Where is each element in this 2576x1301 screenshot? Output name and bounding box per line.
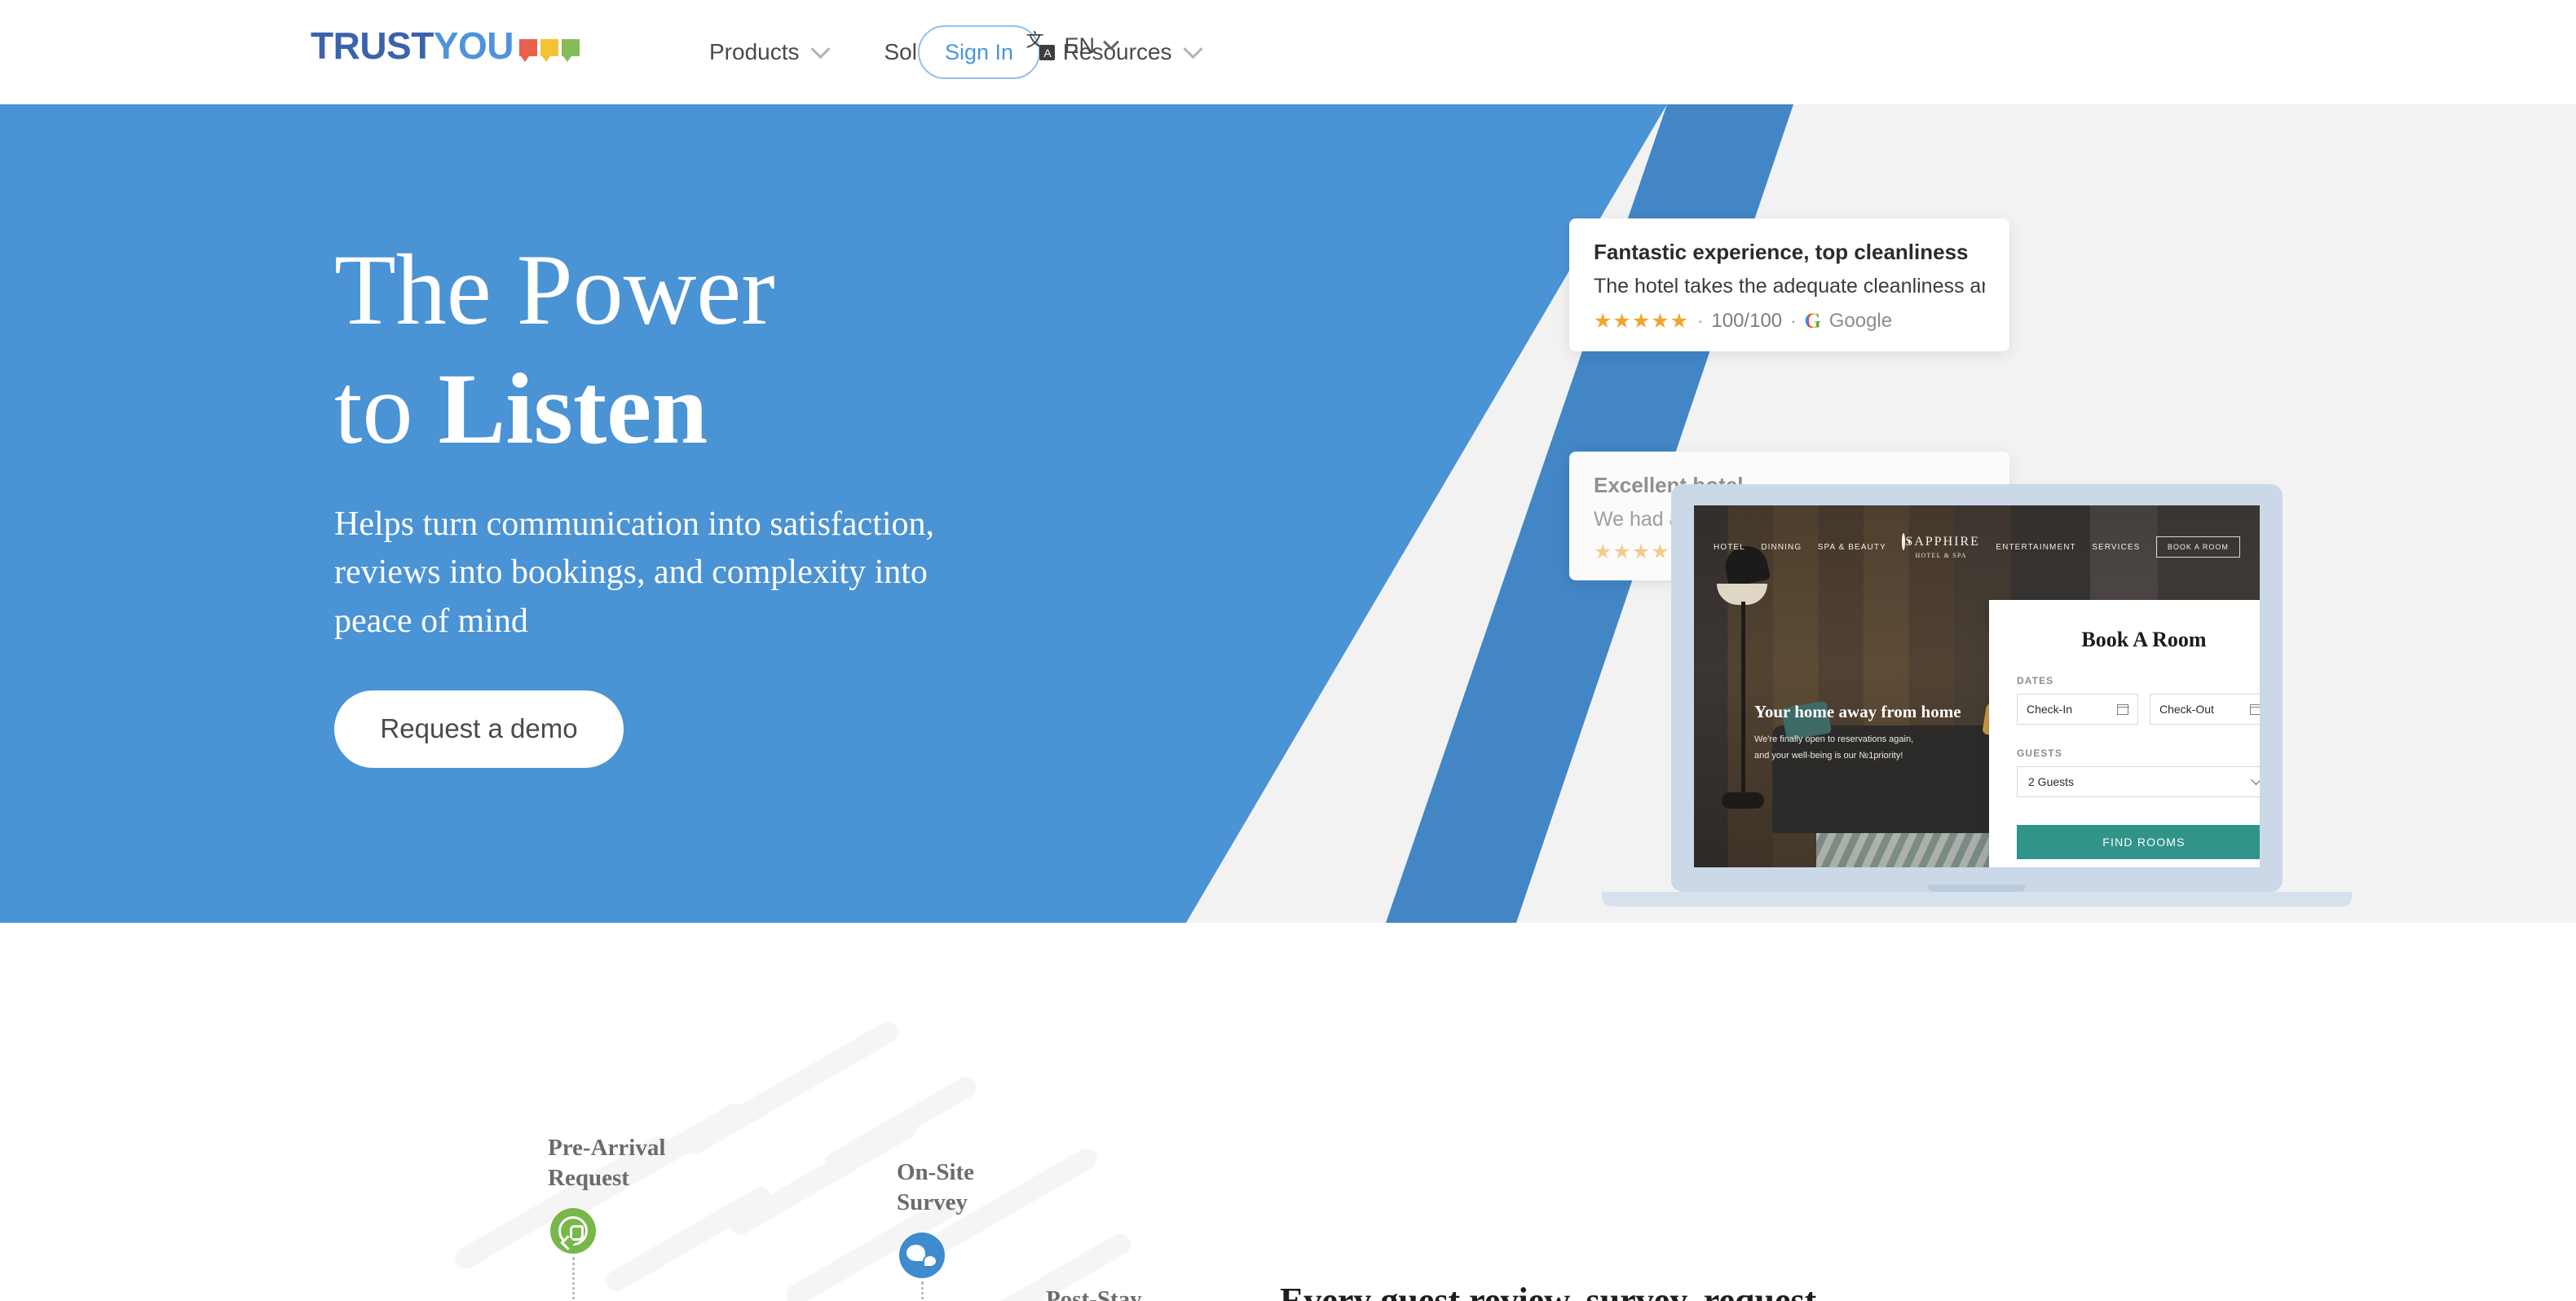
lamp-pole-decor bbox=[1741, 602, 1745, 797]
translate-icon-latin: A bbox=[1039, 45, 1056, 60]
request-demo-button[interactable]: Request a demo bbox=[334, 690, 624, 768]
chevron-down-icon bbox=[1183, 38, 1203, 59]
meta-separator: · bbox=[1790, 311, 1797, 331]
guests-value: 2 Guests bbox=[2028, 775, 2075, 788]
nav-label-products: Products bbox=[709, 39, 800, 64]
hotel-nav-dinning[interactable]: DINNING bbox=[1761, 543, 1802, 552]
section-heading: Every guest review, survey, request bbox=[1280, 1281, 1817, 1301]
subhead-line-1: Helps turn communication into satisfacti… bbox=[334, 505, 935, 543]
logo-bubbles bbox=[519, 39, 580, 62]
chat-bubble-small bbox=[923, 1255, 937, 1268]
headline-line-1: The Power bbox=[334, 234, 775, 346]
hotel-hero-line-1: We're finally open to reservations again… bbox=[1754, 734, 1914, 744]
hotel-brand-sub: HOTEL & SPA bbox=[1915, 552, 1967, 559]
dates-label: DATES bbox=[2017, 675, 2054, 686]
dates-row: Check-In Check-Out bbox=[2017, 694, 2260, 725]
guests-label: GUESTS bbox=[2017, 748, 2062, 759]
laptop-screen: HOTEL DINNING SPA & BEAUTY SAPPHIRE HOTE… bbox=[1694, 505, 2260, 867]
timeline-connector bbox=[572, 1257, 575, 1301]
find-rooms-button[interactable]: FIND ROOMS bbox=[2017, 825, 2260, 859]
review-source: Google bbox=[1828, 310, 1893, 332]
timeline-step-pre-arrival[interactable]: Pre-Arrival Request bbox=[548, 1133, 665, 1301]
language-selector[interactable]: 文 A EN bbox=[1026, 33, 1119, 60]
hotel-nav-spa[interactable]: SPA & BEAUTY bbox=[1818, 543, 1886, 552]
subhead-line-3: peace of mind bbox=[334, 602, 528, 640]
headline-line-2: to Listen bbox=[334, 350, 1231, 469]
chat-glyph bbox=[906, 1243, 937, 1268]
logo-text-you: YOU bbox=[433, 24, 514, 67]
logo-text-trust: TRUST bbox=[311, 24, 434, 67]
whatsapp-glyph bbox=[558, 1216, 588, 1246]
check-in-input[interactable]: Check-In bbox=[2017, 694, 2138, 725]
review-body: The hotel takes the adequate cleanliness… bbox=[1594, 275, 1985, 298]
hotel-hero-line-2: and your well-being is our №1priority! bbox=[1754, 750, 1903, 761]
hotel-hero-copy: Your home away from home We're finally o… bbox=[1754, 702, 1961, 763]
calendar-icon bbox=[2116, 703, 2129, 715]
decorative-stripes bbox=[391, 947, 1370, 1301]
hero-copy: The Power to Listen Helps turn communica… bbox=[334, 231, 1231, 768]
headline-emphasis: Listen bbox=[438, 353, 708, 465]
chat-bubbles-icon bbox=[899, 1233, 945, 1279]
hotel-hero-title: Your home away from home bbox=[1754, 701, 1961, 721]
hotel-brand-name: SAPPHIRE bbox=[1905, 535, 1980, 549]
journey-timeline-section: Pre-Arrival Request On-Site Survey bbox=[0, 923, 2576, 1301]
landing-page: TRUSTYOU Products Solutions Resources bbox=[0, 0, 2576, 1301]
hero-section: The Power to Listen Helps turn communica… bbox=[0, 104, 2576, 923]
laptop-base bbox=[1602, 892, 2352, 906]
timeline-label: On-Site Survey bbox=[897, 1158, 974, 1218]
hotel-site-nav: HOTEL DINNING SPA & BEAUTY SAPPHIRE HOTE… bbox=[1694, 533, 2260, 559]
nav-item-products[interactable]: Products bbox=[709, 38, 831, 65]
laptop-body: HOTEL DINNING SPA & BEAUTY SAPPHIRE HOTE… bbox=[1671, 484, 2283, 892]
trustyou-logo[interactable]: TRUSTYOU bbox=[311, 27, 580, 64]
calendar-icon bbox=[2249, 703, 2260, 715]
speech-bubble-red-icon bbox=[519, 39, 538, 62]
speech-bubble-green-icon bbox=[562, 39, 580, 62]
review-title: Fantastic experience, top cleanliness bbox=[1594, 240, 1969, 264]
hotel-brand: SAPPHIRE HOTEL & SPA bbox=[1902, 533, 1980, 559]
subhead-line-2: reviews into bookings, and complexity in… bbox=[334, 553, 928, 592]
hero-subheading: Helps turn communication into satisfacti… bbox=[334, 501, 1231, 646]
language-label: EN bbox=[1064, 33, 1095, 58]
hotel-book-a-room-button[interactable]: BOOK A ROOM bbox=[2155, 536, 2240, 558]
meta-separator: · bbox=[1697, 311, 1704, 331]
lamp-base-decor bbox=[1722, 792, 1764, 809]
laptop-notch bbox=[1928, 884, 2026, 892]
star-rating-icon: ★★★★★ bbox=[1594, 309, 1690, 333]
timeline-label-line-2: Request bbox=[548, 1165, 629, 1192]
translate-icon: 文 A bbox=[1026, 33, 1056, 60]
booking-widget-title: Book A Room bbox=[2081, 628, 2207, 651]
laptop-mockup: HOTEL DINNING SPA & BEAUTY SAPPHIRE HOTE… bbox=[1602, 484, 2352, 906]
timeline-step-post-stay-label: Post-Stay bbox=[1046, 1286, 1142, 1301]
hotel-nav-hotel[interactable]: HOTEL bbox=[1714, 543, 1745, 552]
site-header: TRUSTYOU Products Solutions Resources bbox=[0, 0, 2576, 104]
review-card-primary[interactable]: Fantastic experience, top cleanliness Th… bbox=[1569, 218, 2009, 351]
timeline-label-line-1: Pre-Arrival bbox=[548, 1135, 666, 1161]
review-meta: ★★★★★ · 100/100 · G Google bbox=[1594, 309, 1985, 333]
timeline-step-on-site[interactable]: On-Site Survey bbox=[897, 1158, 974, 1301]
check-in-value: Check-In bbox=[2027, 703, 2073, 716]
whatsapp-icon bbox=[550, 1208, 596, 1255]
sign-in-button[interactable]: Sign In bbox=[918, 25, 1040, 79]
timeline-label-line-2: Survey bbox=[897, 1189, 968, 1216]
page-title: The Power to Listen bbox=[334, 231, 1231, 470]
timeline-label-line-1: On-Site bbox=[897, 1159, 975, 1185]
guests-select[interactable]: 2 Guests bbox=[2017, 766, 2260, 797]
chevron-down-icon bbox=[1103, 33, 1119, 51]
timeline-connector bbox=[921, 1281, 924, 1301]
speech-bubble-yellow-icon bbox=[540, 39, 559, 62]
chevron-down-icon bbox=[809, 38, 831, 59]
headline-prefix: to bbox=[334, 353, 439, 465]
booking-widget: Book A Room DATES Check-In Check-Out GUE… bbox=[1989, 600, 2260, 867]
check-out-input[interactable]: Check-Out bbox=[2150, 694, 2260, 725]
timeline-label: Pre-Arrival Request bbox=[548, 1133, 665, 1193]
chevron-down-icon bbox=[2251, 774, 2260, 785]
review-score: 100/100 bbox=[1711, 310, 1783, 332]
hotel-nav-entertainment[interactable]: ENTERTAINMENT bbox=[1996, 543, 2075, 552]
hotel-nav-services[interactable]: SERVICES bbox=[2092, 543, 2140, 552]
check-out-value: Check-Out bbox=[2159, 703, 2214, 716]
google-g-icon: G bbox=[1804, 309, 1821, 333]
